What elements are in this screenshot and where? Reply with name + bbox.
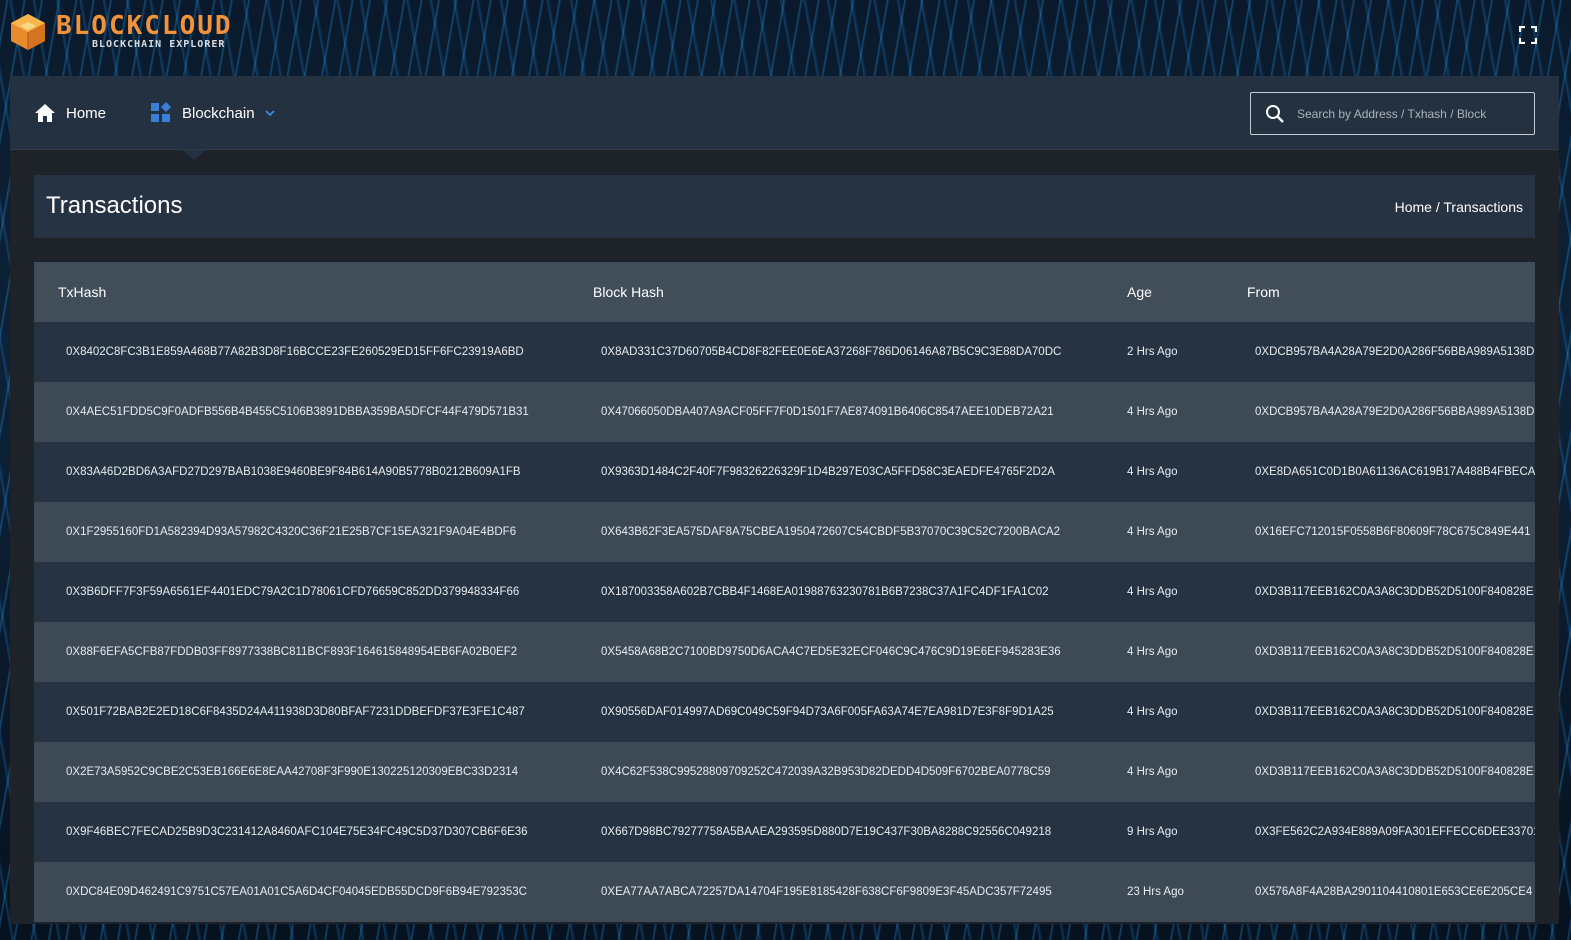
txhash-link[interactable]: 0X8402C8FC3B1E859A468B77A82B3D8F16BCCE23… <box>34 322 569 382</box>
age-cell: 23 Hrs Ago <box>1103 862 1223 922</box>
block-hash-link[interactable]: 0X5458A68B2C7100BD9750D6ACA4C7ED5E32ECF0… <box>569 622 1103 682</box>
fullscreen-icon[interactable] <box>1518 25 1539 46</box>
from-address-link[interactable]: 0XDCB957BA4A28A79E2D0A286F56BBA989A5138D <box>1223 322 1535 382</box>
table-row[interactable]: 0X88F6EFA5CFB87FDDB03FF8977338BC811BCF89… <box>34 622 1535 682</box>
from-address-link[interactable]: 0XD3B117EEB162C0A3A8C3DDB52D5100F840828E <box>1223 562 1535 622</box>
navbar: Home Blockchain <box>10 76 1559 150</box>
breadcrumb-separator: / <box>1435 199 1440 215</box>
age-cell: 2 Hrs Ago <box>1103 322 1223 382</box>
block-hash-link[interactable]: 0X667D98BC79277758A5BAAEA293595D880D7E19… <box>569 802 1103 862</box>
from-address-link[interactable]: 0XD3B117EEB162C0A3A8C3DDB52D5100F840828E <box>1223 682 1535 742</box>
widgets-icon <box>151 102 171 122</box>
table-row[interactable]: 0X8402C8FC3B1E859A468B77A82B3D8F16BCCE23… <box>34 322 1535 382</box>
brand-name: BLOCKCLOUD <box>56 11 233 41</box>
block-hash-link[interactable]: 0X643B62F3EA575DAF8A75CBEA1950472607C54C… <box>569 502 1103 562</box>
table-row[interactable]: 0X1F2955160FD1A582394D93A57982C4320C36F2… <box>34 502 1535 562</box>
age-cell: 4 Hrs Ago <box>1103 682 1223 742</box>
table-row[interactable]: 0X501F72BAB2E2ED18C6F8435D24A411938D3D80… <box>34 682 1535 742</box>
block-hash-link[interactable]: 0X8AD331C37D60705B4CD8F82FEE0E6EA37268F7… <box>569 322 1103 382</box>
transactions-table: TxHash Block Hash Age From 0X8402C8FC3B1… <box>34 262 1535 924</box>
nav-home-label: Home <box>66 104 107 122</box>
main-panel: Home Blockchain Transactions Hom <box>10 76 1559 924</box>
age-cell: 4 Hrs Ago <box>1103 442 1223 502</box>
txhash-link[interactable]: 0X3B6DFF7F3F59A6561EF4401EDC79A2C1D78061… <box>34 562 569 622</box>
from-address-link[interactable]: 0X16EFC712015F0558B6F80609F78C675C849E44… <box>1223 502 1535 562</box>
nav-active-indicator <box>182 150 206 160</box>
age-cell: 4 Hrs Ago <box>1103 502 1223 562</box>
block-hash-link[interactable]: 0X47066050DBA407A9ACF05FF7F0D1501F7AE874… <box>569 382 1103 442</box>
table-row[interactable]: 0X3B6DFF7F3F59A6561EF4401EDC79A2C1D78061… <box>34 562 1535 622</box>
from-address-link[interactable]: 0X576A8F4A28BA2901104410801E653CE6E205CE… <box>1223 862 1535 922</box>
txhash-link[interactable]: 0XDC84E09D462491C9751C57EA01A01C5A6D4CF0… <box>34 862 569 922</box>
logo[interactable]: BLOCKCLOUD BLOCKCHAIN EXPLORER <box>8 12 233 52</box>
header-block-hash: Block Hash <box>569 262 1103 322</box>
brand-tagline: BLOCKCHAIN EXPLORER <box>92 39 226 50</box>
from-address-link[interactable]: 0X3FE562C2A934E889A09FA301EFFECC6DEE3370… <box>1223 802 1535 862</box>
table-row[interactable]: 0X9F46BEC7FECAD25B9D3C231412A8460AFC104E… <box>34 802 1535 862</box>
header-age: Age <box>1103 262 1223 322</box>
page-title: Transactions <box>46 192 183 219</box>
cube-logo-icon <box>8 12 48 52</box>
table-header-row: TxHash Block Hash Age From <box>34 262 1535 322</box>
header-txhash: TxHash <box>34 262 569 322</box>
block-hash-link[interactable]: 0X9363D1484C2F40F7F98326226329F1D4B297E0… <box>569 442 1103 502</box>
table-body: 0X8402C8FC3B1E859A468B77A82B3D8F16BCCE23… <box>34 322 1535 922</box>
txhash-link[interactable]: 0X4AEC51FDD5C9F0ADFB556B4B455C5106B3891D… <box>34 382 569 442</box>
txhash-link[interactable]: 0X83A46D2BD6A3AFD27D297BAB1038E9460BE9F8… <box>34 442 569 502</box>
table-row[interactable]: 0X83A46D2BD6A3AFD27D297BAB1038E9460BE9F8… <box>34 442 1535 502</box>
block-hash-link[interactable]: 0X187003358A602B7CBB4F1468EA019887632307… <box>569 562 1103 622</box>
from-address-link[interactable]: 0XD3B117EEB162C0A3A8C3DDB52D5100F840828E <box>1223 622 1535 682</box>
breadcrumb: Home / Transactions <box>1395 199 1523 215</box>
block-hash-link[interactable]: 0X90556DAF014997AD69C049C59F94D73A6F005F… <box>569 682 1103 742</box>
txhash-link[interactable]: 0X88F6EFA5CFB87FDDB03FF8977338BC811BCF89… <box>34 622 569 682</box>
txhash-link[interactable]: 0X501F72BAB2E2ED18C6F8435D24A411938D3D80… <box>34 682 569 742</box>
age-cell: 9 Hrs Ago <box>1103 802 1223 862</box>
search-icon <box>1266 104 1284 123</box>
table-row[interactable]: 0X2E73A5952C9CBE2C53EB166E6E8EAA42708F3F… <box>34 742 1535 802</box>
breadcrumb-home[interactable]: Home <box>1395 199 1432 215</box>
nav-blockchain[interactable]: Blockchain <box>150 76 285 150</box>
age-cell: 4 Hrs Ago <box>1103 622 1223 682</box>
from-address-link[interactable]: 0XDCB957BA4A28A79E2D0A286F56BBA989A5138D <box>1223 382 1535 442</box>
age-cell: 4 Hrs Ago <box>1103 742 1223 802</box>
block-hash-link[interactable]: 0X4C62F538C99528809709252C472039A32B953D… <box>569 742 1103 802</box>
txhash-link[interactable]: 0X9F46BEC7FECAD25B9D3C231412A8460AFC104E… <box>34 802 569 862</box>
age-cell: 4 Hrs Ago <box>1103 562 1223 622</box>
search-input[interactable] <box>1297 106 1517 121</box>
chevron-down-icon <box>264 110 275 116</box>
header-from: From <box>1223 262 1535 322</box>
top-bar: BLOCKCLOUD BLOCKCHAIN EXPLORER <box>0 0 1571 76</box>
nav-home[interactable]: Home <box>34 76 106 150</box>
breadcrumb-current: Transactions <box>1443 199 1523 215</box>
txhash-link[interactable]: 0X2E73A5952C9CBE2C53EB166E6E8EAA42708F3F… <box>34 742 569 802</box>
block-hash-link[interactable]: 0XEA77AA7ABCA72257DA14704F195E8185428F63… <box>569 862 1103 922</box>
page-header: Transactions Home / Transactions <box>34 175 1535 238</box>
age-cell: 4 Hrs Ago <box>1103 382 1223 442</box>
table-row[interactable]: 0XDC84E09D462491C9751C57EA01A01C5A6D4CF0… <box>34 862 1535 922</box>
txhash-link[interactable]: 0X1F2955160FD1A582394D93A57982C4320C36F2… <box>34 502 569 562</box>
nav-blockchain-label: Blockchain <box>182 104 255 122</box>
from-address-link[interactable]: 0XD3B117EEB162C0A3A8C3DDB52D5100F840828E <box>1223 742 1535 802</box>
search-box[interactable] <box>1250 92 1535 135</box>
table-row[interactable]: 0X4AEC51FDD5C9F0ADFB556B4B455C5106B3891D… <box>34 382 1535 442</box>
home-icon <box>35 104 55 122</box>
from-address-link[interactable]: 0XE8DA651C0D1B0A61136AC619B17A488B4FBECA <box>1223 442 1535 502</box>
